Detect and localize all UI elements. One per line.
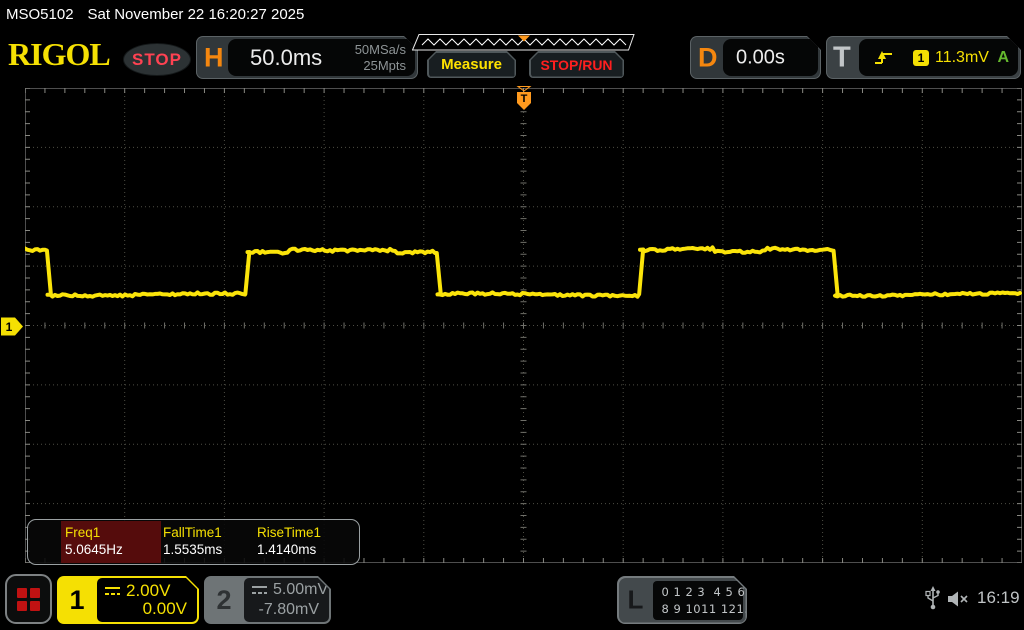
timebase-value: 50.0ms bbox=[250, 45, 322, 71]
sample-rate-stack: 50MSa/s 25Mpts bbox=[355, 42, 406, 73]
channel1-scale: 2.00V bbox=[126, 581, 170, 601]
speaker-muted-icon[interactable] bbox=[947, 590, 971, 608]
channel1-readout: 2.00V 0.00V bbox=[97, 578, 197, 622]
channel2-scale: 5.00mV bbox=[273, 581, 328, 599]
horizontal-label: H bbox=[204, 42, 224, 73]
channel2-number: 2 bbox=[204, 576, 244, 624]
svg-text:1: 1 bbox=[6, 320, 13, 334]
trigger-source-badge: 1 bbox=[913, 50, 929, 66]
clock: 16:19 bbox=[977, 588, 1020, 608]
usb-icon bbox=[925, 586, 942, 611]
measure-button[interactable]: Measure bbox=[427, 51, 516, 78]
model-name: MSO5102 bbox=[6, 6, 74, 23]
logic-analyzer-block[interactable]: L 0 1 2 3 4 5 6 7 8 9 1011 12131415 bbox=[617, 576, 747, 624]
trigger-position-marker[interactable]: T bbox=[515, 86, 533, 111]
logic-analyzer-label: L bbox=[628, 585, 644, 616]
trigger-label: T bbox=[833, 41, 851, 74]
trigger-readout: 1 11.3mV A bbox=[859, 39, 1018, 76]
main-menu-button[interactable] bbox=[5, 574, 52, 624]
digital-channels-readout: 0 1 2 3 4 5 6 7 8 9 1011 12131415 bbox=[653, 581, 743, 620]
digital-channels-row1: 0 1 2 3 4 5 6 7 bbox=[653, 581, 743, 602]
delay-value: 0.00s bbox=[736, 46, 785, 69]
timebase-readout: 50.0ms 50MSa/s 25Mpts bbox=[228, 39, 415, 76]
delay-label: D bbox=[698, 42, 718, 73]
trigger-delay-block[interactable]: D 0.00s bbox=[690, 36, 821, 79]
run-state-indicator[interactable]: STOP bbox=[123, 43, 191, 76]
datetime: Sat November 22 16:20:27 2025 bbox=[88, 6, 305, 23]
measurement-label: FallTime1 bbox=[163, 525, 222, 540]
measurement-value: 5.0645Hz bbox=[65, 542, 123, 557]
channel1-position-marker[interactable]: 1 bbox=[1, 317, 25, 336]
stop-run-button[interactable]: STOP/RUN bbox=[529, 51, 624, 78]
channel2-status-block[interactable]: 2 5.00mV -7.80mV bbox=[204, 576, 331, 624]
dc-coupling-icon bbox=[104, 586, 121, 597]
status-bar: MSO5102 Sat November 22 16:20:27 2025 bbox=[0, 0, 1024, 28]
trigger-level-value: 11.3mV bbox=[935, 49, 989, 67]
grid-menu-icon bbox=[17, 588, 40, 611]
run-state-label: STOP bbox=[132, 50, 182, 70]
measurement-value: 1.4140ms bbox=[257, 542, 316, 557]
rigol-logo: RIGOL bbox=[8, 36, 110, 73]
measurement-label: Freq1 bbox=[65, 525, 100, 540]
trigger-sweep-mode: A bbox=[997, 49, 1009, 67]
stop-run-button-label: STOP/RUN bbox=[540, 57, 612, 73]
measurement-label: RiseTime1 bbox=[257, 525, 321, 540]
logic-block-frame: L 0 1 2 3 4 5 6 7 8 9 1011 12131415 bbox=[619, 578, 746, 623]
graticule-and-waveform bbox=[25, 88, 1022, 563]
channel1-offset: 0.00V bbox=[143, 599, 187, 619]
rising-edge-icon bbox=[874, 50, 894, 66]
channel2-offset: -7.80mV bbox=[259, 601, 319, 619]
channel1-number: 1 bbox=[57, 576, 97, 624]
measurement-value: 1.5535ms bbox=[163, 542, 222, 557]
measurement-panel[interactable]: Freq1 5.0645Hz FallTime1 1.5535ms RiseTi… bbox=[27, 519, 360, 565]
channel1-status-block[interactable]: 1 2.00V 0.00V bbox=[57, 576, 199, 624]
measure-button-label: Measure bbox=[441, 56, 502, 73]
memory-depth: 25Mpts bbox=[355, 58, 406, 74]
trigger-block[interactable]: T 1 11.3mV A bbox=[826, 36, 1021, 79]
waveform-preview-bar[interactable] bbox=[412, 34, 635, 51]
svg-text:T: T bbox=[521, 93, 528, 105]
channel2-readout: 5.00mV -7.80mV bbox=[244, 578, 329, 622]
delay-readout: 0.00s bbox=[723, 39, 818, 76]
dc-coupling-icon bbox=[251, 585, 268, 596]
sample-rate: 50MSa/s bbox=[355, 42, 406, 58]
digital-channels-row2: 8 9 1011 12131415 bbox=[653, 601, 743, 619]
horizontal-timebase-block[interactable]: H 50.0ms 50MSa/s 25Mpts bbox=[196, 36, 418, 79]
waveform-display-area[interactable] bbox=[25, 88, 1022, 563]
